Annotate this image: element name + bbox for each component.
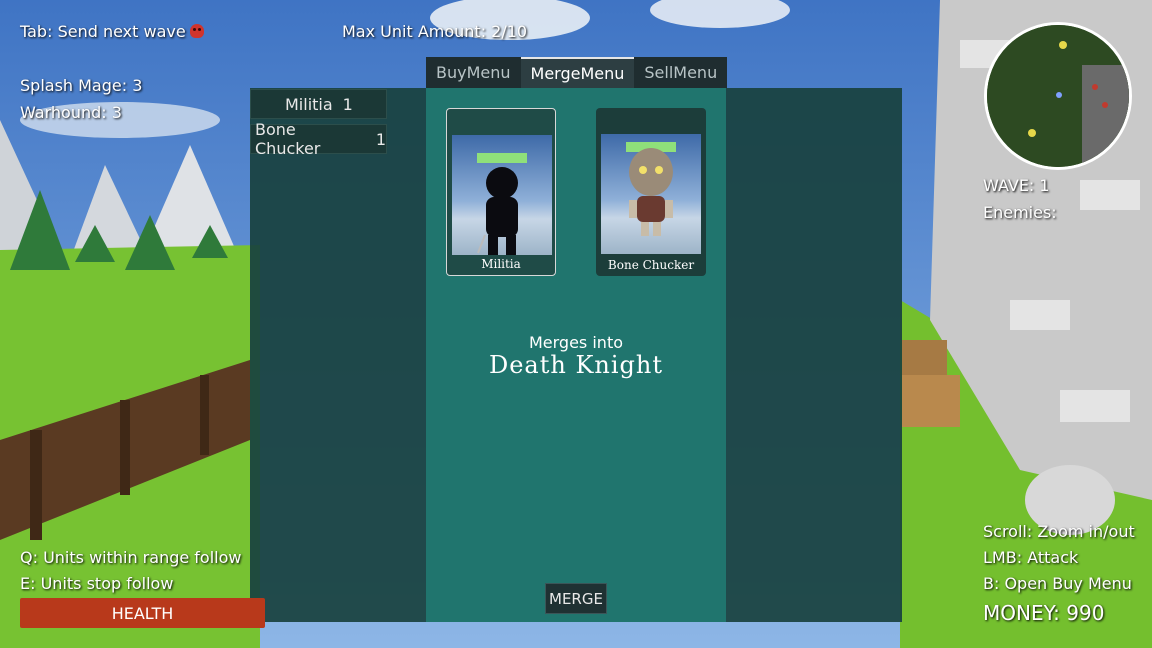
army-count-warhound: Warhound: 3 <box>20 103 122 122</box>
owned-unit-bone-chucker[interactable]: Bone Chucker 1 <box>250 120 387 158</box>
right-panel <box>726 88 902 622</box>
merge-card-bone-chucker[interactable]: Bone Chucker <box>596 108 706 276</box>
buy-menu-hint: B: Open Buy Menu <box>983 574 1132 593</box>
attack-hint: LMB: Attack <box>983 548 1079 567</box>
owned-unit-militia[interactable]: Militia 1 <box>250 89 387 119</box>
tab-merge-menu[interactable]: MergeMenu <box>520 57 635 88</box>
enemies-counter: Enemies: <box>983 203 1057 222</box>
merge-button[interactable]: MERGE <box>545 583 607 614</box>
owned-unit-count: 1 <box>342 94 353 114</box>
send-wave-hint: Tab: Send next wave <box>20 22 204 41</box>
owned-unit-name: Militia <box>285 94 333 114</box>
militia-portrait <box>452 135 552 255</box>
skull-icon <box>189 24 204 38</box>
skeleton-icon <box>626 142 676 236</box>
follow-hint: Q: Units within range follow <box>20 548 242 567</box>
tab-sell-menu[interactable]: SellMenu <box>634 57 728 88</box>
money-counter: MONEY: 990 <box>983 601 1105 625</box>
minimap[interactable] <box>984 22 1132 170</box>
wave-counter: WAVE: 1 <box>983 176 1050 195</box>
card-name: Bone Chucker <box>607 258 695 272</box>
merge-caption: Merges into <box>528 333 623 352</box>
tab-buy-menu[interactable]: BuyMenu <box>426 57 521 88</box>
send-wave-text: Tab: Send next wave <box>20 22 186 41</box>
merge-result-name: Death Knight <box>488 351 663 379</box>
menu-tabs: BuyMenu MergeMenu SellMenu <box>426 57 728 88</box>
stop-follow-hint: E: Units stop follow <box>20 574 174 593</box>
army-count-splash-mage: Splash Mage: 3 <box>20 76 143 95</box>
owned-unit-count: 1 <box>375 129 386 149</box>
militia-silhouette-icon <box>477 153 527 255</box>
zoom-hint: Scroll: Zoom in/out <box>983 522 1135 541</box>
bone-chucker-portrait <box>601 134 701 254</box>
max-unit-amount: Max Unit Amount: 2/10 <box>342 22 528 41</box>
card-name: Militia <box>481 257 521 271</box>
owned-units-panel <box>250 88 426 622</box>
health-bar: HEALTH <box>20 598 265 628</box>
minimap-terrain <box>987 25 1129 167</box>
merge-card-militia[interactable]: Militia <box>446 108 556 276</box>
owned-unit-name: Bone Chucker <box>255 120 321 158</box>
